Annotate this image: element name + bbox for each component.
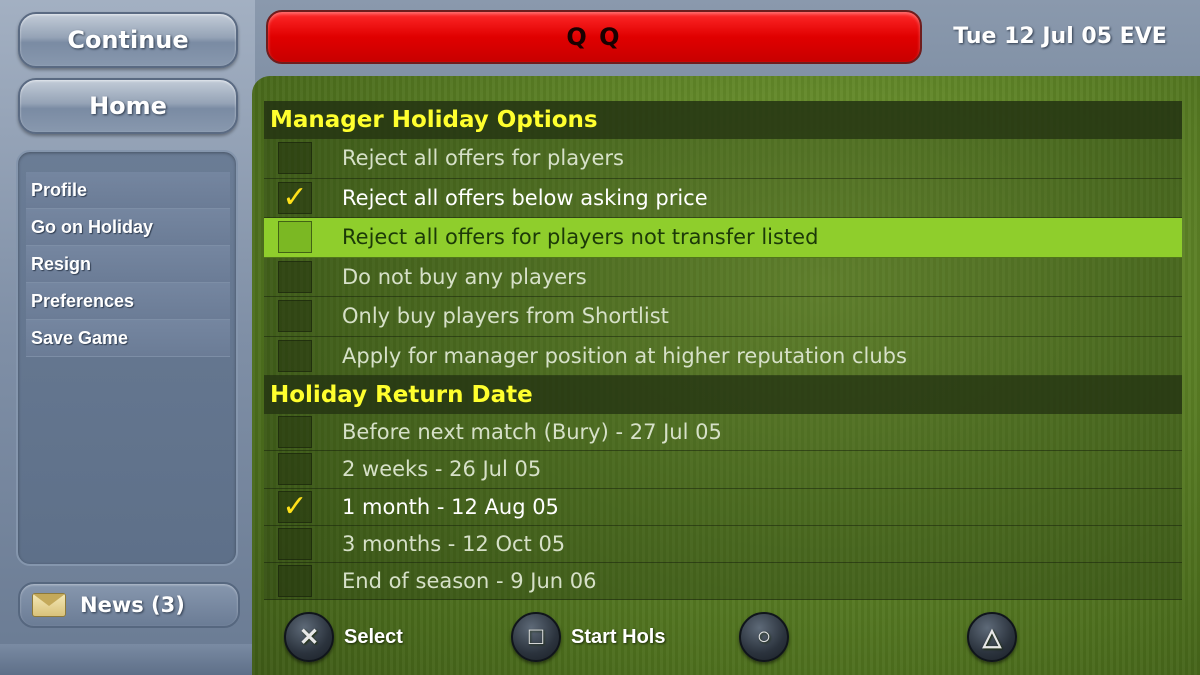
option-label: 3 months - 12 Oct 05 — [342, 532, 566, 557]
circle-button-icon[interactable]: ○ — [739, 612, 789, 662]
button-hints: ✕ Select □ Start Hols ○ △ — [282, 612, 1182, 664]
checkbox[interactable] — [278, 565, 312, 598]
sidebar-item-profile[interactable]: Profile — [26, 172, 230, 209]
option-label: Before next match (Bury) - 27 Jul 05 — [342, 420, 722, 445]
select-hint[interactable]: ✕ Select — [284, 612, 403, 662]
option-row[interactable]: Apply for manager position at higher rep… — [264, 336, 1182, 376]
option-label: End of season - 9 Jun 06 — [342, 569, 597, 594]
option-row[interactable]: ✓ Reject all offers below asking price — [264, 178, 1182, 218]
option-label: 1 month - 12 Aug 05 — [342, 494, 559, 519]
checkbox[interactable] — [278, 142, 312, 175]
triangle-button-icon[interactable]: △ — [967, 612, 1017, 662]
option-label: Do not buy any players — [342, 264, 587, 289]
option-row[interactable]: Reject all offers for players — [264, 139, 1182, 179]
section-title-manager-holiday-options: Manager Holiday Options — [264, 101, 1182, 139]
triangle-hint[interactable]: △ — [967, 612, 1027, 662]
checkbox[interactable] — [278, 221, 312, 254]
sidebar-item-resign[interactable]: Resign — [26, 246, 230, 283]
continue-button[interactable]: Continue — [18, 12, 238, 68]
select-label: Select — [344, 625, 403, 648]
option-row[interactable]: ✓ 1 month - 12 Aug 05 — [264, 488, 1182, 526]
section-title-holiday-return-date: Holiday Return Date — [264, 376, 1182, 414]
option-label: Reject all offers for players not transf… — [342, 225, 819, 250]
option-label: Reject all offers below asking price — [342, 185, 708, 210]
checkbox[interactable] — [278, 416, 312, 449]
checkbox[interactable] — [278, 528, 312, 561]
start-hols-label: Start Hols — [571, 625, 666, 648]
option-row[interactable]: Only buy players from Shortlist — [264, 297, 1182, 337]
checkbox[interactable] — [278, 339, 312, 372]
holiday-options-list: Manager Holiday Options Reject all offer… — [264, 101, 1182, 601]
option-row[interactable]: 2 weeks - 26 Jul 05 — [264, 451, 1182, 489]
checkmark-icon: ✓ — [282, 488, 308, 524]
checkbox[interactable] — [278, 453, 312, 486]
home-button[interactable]: Home — [18, 78, 238, 134]
sidebar-item-save-game[interactable]: Save Game — [26, 320, 230, 357]
sidebar-item-go-on-holiday[interactable]: Go on Holiday — [26, 209, 230, 246]
circle-hint[interactable]: ○ — [739, 612, 799, 662]
news-label: News (3) — [80, 593, 185, 617]
checkbox[interactable]: ✓ — [278, 488, 312, 524]
option-row[interactable]: 3 months - 12 Oct 05 — [264, 525, 1182, 564]
option-label: Reject all offers for players — [342, 146, 624, 171]
sidebar-menu: Profile Go on Holiday Resign Preferences… — [16, 150, 238, 566]
game-date: Tue 12 Jul 05 EVE — [953, 23, 1167, 49]
checkbox[interactable]: ✓ — [278, 179, 312, 215]
envelope-icon — [32, 593, 66, 617]
news-button[interactable]: News (3) — [18, 582, 240, 628]
option-row[interactable]: Before next match (Bury) - 27 Jul 05 — [264, 414, 1182, 452]
option-row[interactable]: Reject all offers for players not transf… — [264, 218, 1182, 258]
start-hols-hint[interactable]: □ Start Hols — [511, 612, 665, 662]
checkbox[interactable] — [278, 300, 312, 333]
option-row[interactable]: Do not buy any players — [264, 257, 1182, 297]
option-row[interactable]: End of season - 9 Jun 06 — [264, 563, 1182, 601]
sidebar-item-preferences[interactable]: Preferences — [26, 283, 230, 320]
option-label: Apply for manager position at higher rep… — [342, 343, 907, 368]
cross-button-icon[interactable]: ✕ — [284, 612, 334, 662]
checkmark-icon: ✓ — [282, 179, 308, 215]
page-title: Q Q — [566, 23, 622, 51]
sidebar-footer — [0, 644, 255, 675]
option-label: 2 weeks - 26 Jul 05 — [342, 457, 542, 482]
square-button-icon[interactable]: □ — [511, 612, 561, 662]
page-title-bar: Q Q — [266, 10, 922, 64]
checkbox[interactable] — [278, 260, 312, 293]
option-label: Only buy players from Shortlist — [342, 304, 669, 329]
